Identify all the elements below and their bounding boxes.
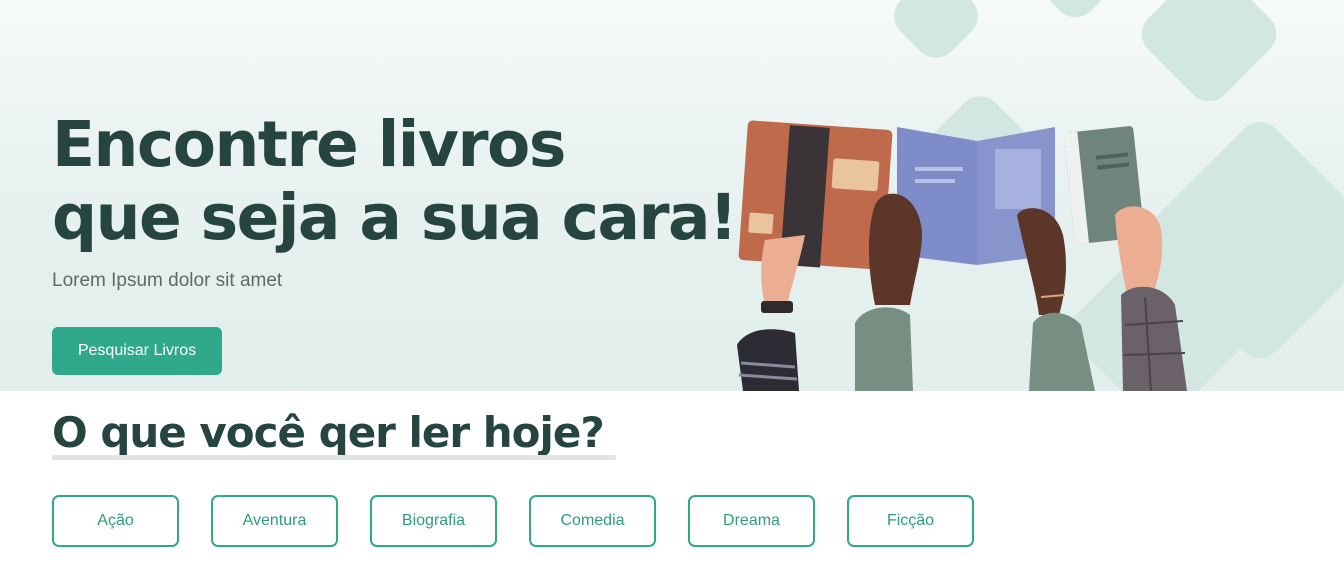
decorative-shape	[885, 0, 987, 67]
hero-title-line-1: Encontre livros	[52, 108, 566, 181]
genre-button-comedia[interactable]: Comedia	[529, 495, 656, 547]
genre-button-aventura[interactable]: Aventura	[211, 495, 338, 547]
hero-title: Encontre livros que seja a sua cara!	[52, 108, 738, 254]
hero-subtitle: Lorem Ipsum dolor sit amet	[52, 270, 283, 291]
hero-banner: Encontre livros que seja a sua cara! Lor…	[0, 0, 1344, 391]
hands-holding-books-illustration	[737, 120, 1187, 391]
genre-button-acao[interactable]: Ação	[52, 495, 179, 547]
section-title: O que você qer ler hoje?	[52, 408, 605, 457]
decorative-shape	[1036, 0, 1115, 27]
decorative-shape	[1132, 0, 1286, 111]
genre-button-dreama[interactable]: Dreama	[688, 495, 815, 547]
genre-button-biografia[interactable]: Biografia	[370, 495, 497, 547]
hero-title-line-2: que seja a sua cara!	[52, 181, 738, 254]
section-title-underline	[52, 455, 616, 460]
search-books-button[interactable]: Pesquisar Livros	[52, 327, 222, 375]
genre-button-ficcao[interactable]: Ficção	[847, 495, 974, 547]
